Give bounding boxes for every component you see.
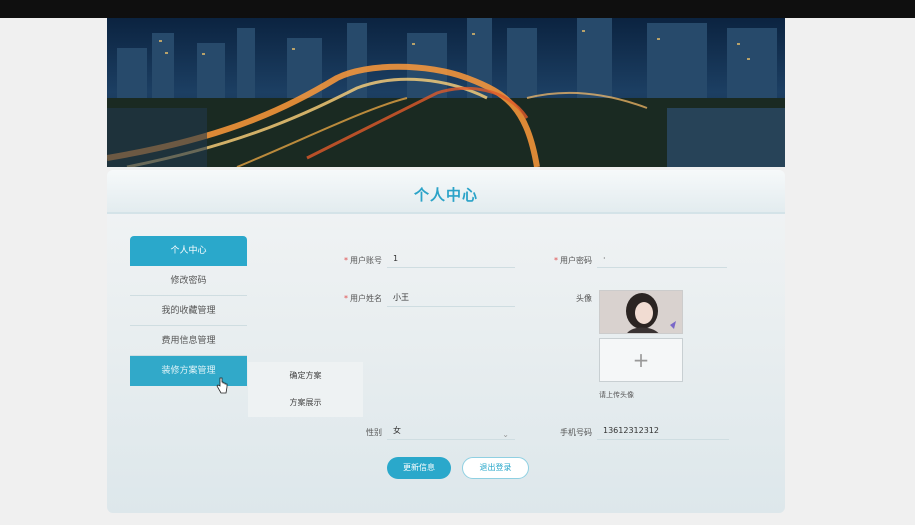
account-label: * 用户账号 [344,256,382,265]
gender-value: 女 [393,426,401,435]
side-menu: 个人中心 修改密码 我的收藏管理 费用信息管理 装修方案管理 [130,236,247,386]
panel-header: 个人中心 [107,170,785,214]
password-field[interactable]: · [597,250,727,268]
menu-item-favorites[interactable]: 我的收藏管理 [130,296,247,326]
logout-button[interactable]: 退出登录 [462,457,529,479]
top-bar [0,0,915,18]
name-label: * 用户姓名 [344,294,382,303]
decoration-submenu: 确定方案 方案展示 [248,362,363,417]
profile-panel: 个人中心 个人中心 修改密码 我的收藏管理 费用信息管理 装修方案管理 确定方案… [107,170,785,513]
password-label: * 用户密码 [554,256,592,265]
avatar-upload-button[interactable]: + [599,338,683,382]
submenu-item-plan-showcase[interactable]: 方案展示 [248,389,363,416]
menu-item-decoration-plans[interactable]: 装修方案管理 [130,356,247,386]
submenu-item-confirm-plan[interactable]: 确定方案 [248,362,363,389]
avatar-label: 头像 [576,294,592,303]
menu-item-profile[interactable]: 个人中心 [130,236,247,266]
avatar [599,290,683,334]
upload-hint: 请上传头像 [599,391,634,399]
gender-label: 性别 [366,428,382,437]
hand-cursor-icon [216,377,228,394]
chevron-down-icon: ⌄ [502,430,509,439]
plus-icon: + [632,348,650,372]
name-field[interactable]: 小王 [387,289,515,307]
page-title: 个人中心 [413,186,478,204]
gender-select[interactable]: 女 ⌄ [387,422,515,440]
menu-item-change-password[interactable]: 修改密码 [130,266,247,296]
menu-item-fees[interactable]: 费用信息管理 [130,326,247,356]
update-info-button[interactable]: 更新信息 [387,457,451,479]
phone-label: 手机号码 [560,428,592,437]
account-field[interactable]: 1 [387,250,515,268]
banner-image [107,18,785,167]
phone-field[interactable]: 13612312312 [597,422,729,440]
